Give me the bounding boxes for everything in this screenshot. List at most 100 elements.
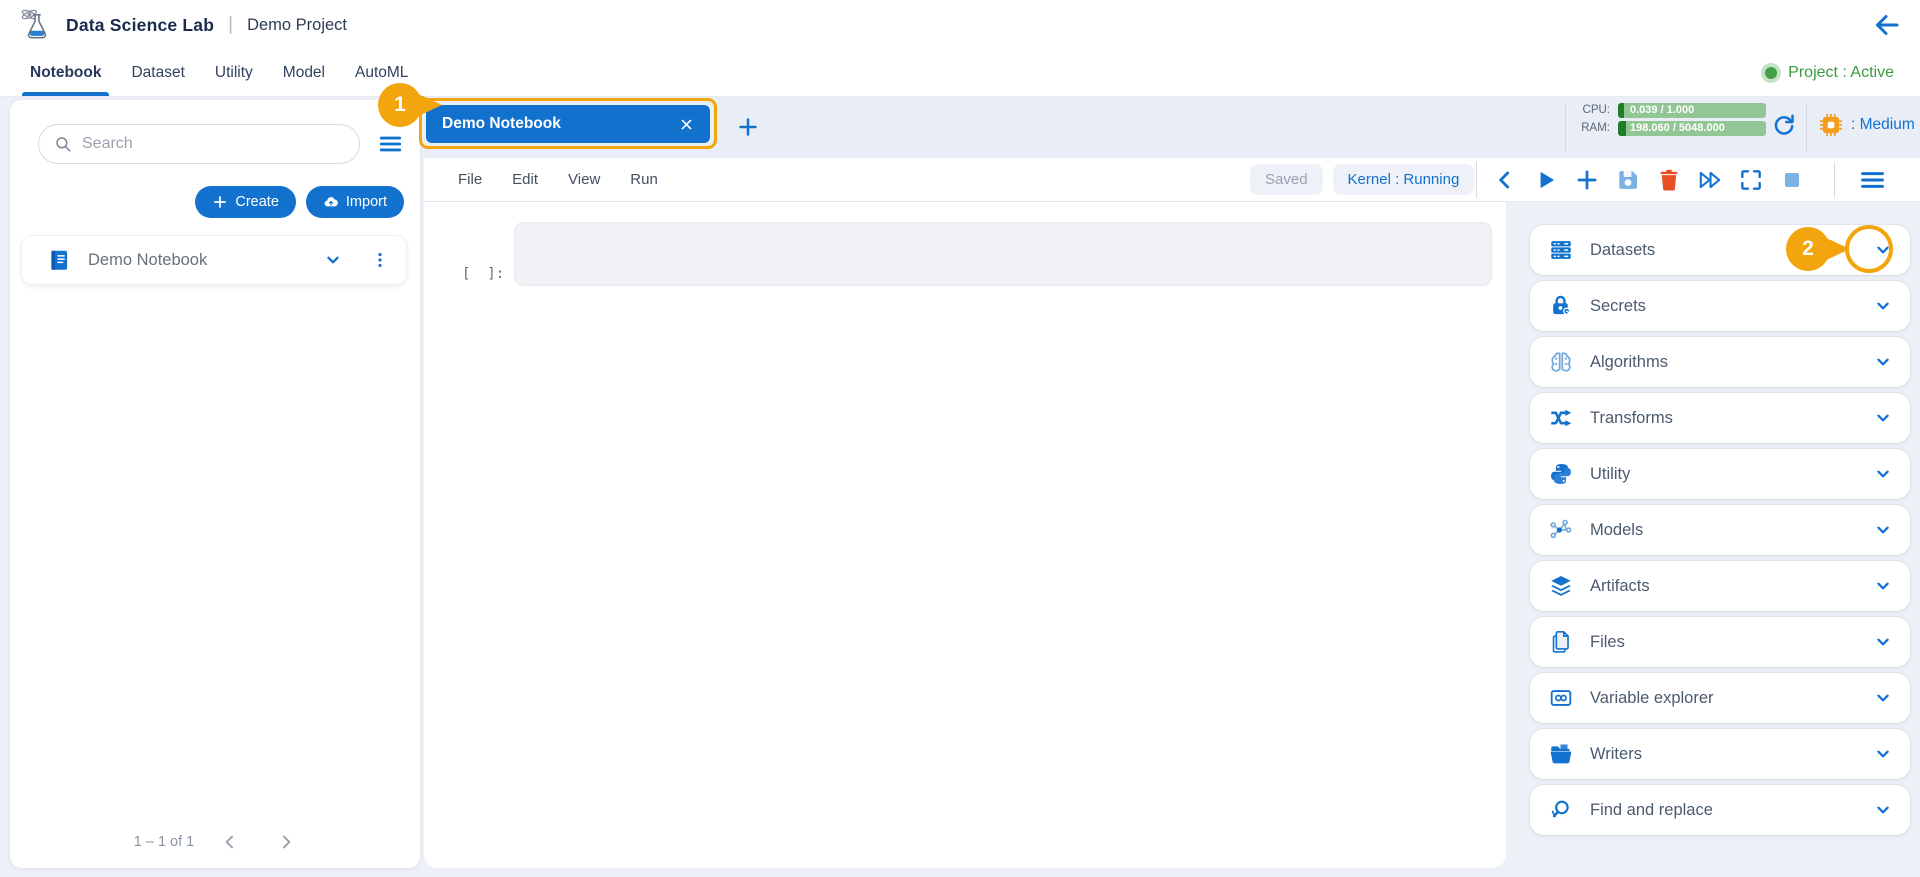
annotation-badge-2: 2 <box>1786 227 1830 271</box>
tab-dataset[interactable]: Dataset <box>131 50 184 96</box>
chevron-down-icon[interactable] <box>1872 239 1894 261</box>
menu-view[interactable]: View <box>568 171 600 188</box>
refresh-resources-icon[interactable] <box>1770 111 1797 138</box>
panel-item[interactable]: Utility <box>1530 449 1910 499</box>
fullscreen-icon[interactable] <box>1738 167 1764 193</box>
panel-item[interactable]: Files <box>1530 617 1910 667</box>
search-input[interactable] <box>82 135 344 153</box>
import-button[interactable]: Import <box>305 186 404 218</box>
create-button-label: Create <box>235 194 279 210</box>
cloud-upload-icon <box>323 194 339 210</box>
notebook-actions: Create Import <box>195 186 404 218</box>
tab-notebook[interactable]: Notebook <box>21 50 110 96</box>
tab-model[interactable]: Model <box>283 50 325 96</box>
notebook-item-label: Demo Notebook <box>88 250 208 269</box>
title-divider: | <box>228 14 234 35</box>
chevron-down-icon[interactable] <box>1872 575 1894 597</box>
plus-icon <box>212 194 228 210</box>
menu-edit[interactable]: Edit <box>512 171 538 188</box>
panel-item[interactable]: Transforms <box>1530 393 1910 443</box>
toolbar-divider <box>1476 162 1477 198</box>
models-icon <box>1548 517 1574 543</box>
variable-explorer-icon <box>1548 685 1574 711</box>
search-box[interactable] <box>38 124 360 164</box>
pagination-label: 1 – 1 of 1 <box>133 834 195 850</box>
back-arrow-icon[interactable] <box>1872 10 1902 40</box>
stop-icon[interactable] <box>1779 167 1805 193</box>
save-icon[interactable] <box>1615 167 1641 193</box>
open-notebook-tab-label: Demo Notebook <box>442 115 561 132</box>
panel-item[interactable]: Variable explorer <box>1530 673 1910 723</box>
datasets-icon <box>1548 237 1574 263</box>
kernel-status-badge: Kernel : Running <box>1332 164 1475 195</box>
chevron-down-icon[interactable] <box>1872 743 1894 765</box>
files-icon <box>1548 629 1574 655</box>
page-prev-icon[interactable] <box>220 832 240 852</box>
pagination: 1 – 1 of 1 <box>10 832 420 852</box>
app-window: Data Science Lab | Demo Project Notebook… <box>0 0 1920 877</box>
panel-item[interactable]: Secrets <box>1530 281 1910 331</box>
app-header: Data Science Lab | Demo Project <box>0 0 1920 50</box>
primary-nav: Notebook Dataset Utility Model AutoML Pr… <box>0 50 1920 97</box>
cpu-chip-icon <box>1818 112 1844 138</box>
cell-prompt: [ ]: <box>462 266 505 282</box>
notebook-kebab-menu-icon[interactable] <box>370 250 390 270</box>
strip-divider <box>1806 103 1807 152</box>
add-notebook-tab-icon[interactable] <box>736 115 760 139</box>
chevron-down-icon[interactable] <box>1872 799 1894 821</box>
instance-size-control[interactable]: : Medium <box>1818 112 1915 138</box>
code-cell-input[interactable] <box>514 222 1492 286</box>
app-logo-icon <box>18 6 56 44</box>
toolbar-divider <box>1834 162 1835 198</box>
chevron-down-icon[interactable] <box>1872 687 1894 709</box>
chevron-down-icon[interactable] <box>1872 519 1894 541</box>
cpu-label: CPU: <box>1582 104 1610 116</box>
panel-item[interactable]: Algorithms <box>1530 337 1910 387</box>
panel-item[interactable]: Datasets <box>1530 225 1910 275</box>
find-replace-icon <box>1548 797 1574 823</box>
writers-icon <box>1548 741 1574 767</box>
menu-run[interactable]: Run <box>630 171 658 188</box>
notebook-toolbar <box>1492 167 1805 193</box>
chevron-down-icon[interactable] <box>1872 351 1894 373</box>
panel-item[interactable]: Models <box>1530 505 1910 555</box>
notebook-expand-chevron-icon[interactable] <box>322 249 344 271</box>
secrets-icon <box>1548 293 1574 319</box>
app-title: Data Science Lab <box>66 14 215 35</box>
chevron-down-icon[interactable] <box>1872 463 1894 485</box>
resource-meters: CPU: 0.039 / 1.000 RAM: 198.060 / 5048.0… <box>1574 102 1766 138</box>
chevron-down-icon[interactable] <box>1872 295 1894 317</box>
panel-item[interactable]: Find and replace <box>1530 785 1910 835</box>
open-notebook-tab[interactable]: Demo Notebook <box>426 105 710 143</box>
tools-panel: Datasets Secrets Algorithms Transforms U… <box>1530 225 1910 835</box>
notebook-canvas: [ ]: <box>424 202 1506 868</box>
notebook-menu-bar: File Edit View Run Saved Kernel : Runnin… <box>424 158 1920 202</box>
chevron-left-icon[interactable] <box>1492 167 1518 193</box>
panel-menu-icon[interactable] <box>1858 166 1887 194</box>
chevron-down-icon[interactable] <box>1872 631 1894 653</box>
notebook-tab-strip: Demo Notebook CPU: 0.039 / 1.000 RAM: 19… <box>424 97 1920 158</box>
project-status-label: Project : Active <box>1788 64 1894 81</box>
instance-size-label: : Medium <box>1851 116 1915 133</box>
page-next-icon[interactable] <box>276 832 296 852</box>
menu-file[interactable]: File <box>458 171 482 188</box>
annotation-badge-1: 1 <box>378 83 422 127</box>
run-all-icon[interactable] <box>1697 167 1723 193</box>
add-cell-icon[interactable] <box>1574 167 1600 193</box>
artifacts-icon <box>1548 573 1574 599</box>
ram-label: RAM: <box>1581 122 1610 134</box>
cpu-meter: 0.039 / 1.000 <box>1618 102 1766 118</box>
utility-icon <box>1548 461 1574 487</box>
close-tab-icon[interactable] <box>679 117 694 132</box>
run-cell-icon[interactable] <box>1533 167 1559 193</box>
chevron-down-icon[interactable] <box>1872 407 1894 429</box>
transforms-icon <box>1548 405 1574 431</box>
strip-divider <box>1565 103 1566 152</box>
delete-icon[interactable] <box>1656 167 1682 193</box>
create-button[interactable]: Create <box>195 186 296 218</box>
notebook-list-item[interactable]: Demo Notebook <box>22 236 406 284</box>
list-menu-icon[interactable] <box>377 131 404 157</box>
panel-item[interactable]: Artifacts <box>1530 561 1910 611</box>
tab-utility[interactable]: Utility <box>215 50 253 96</box>
panel-item[interactable]: Writers <box>1530 729 1910 779</box>
